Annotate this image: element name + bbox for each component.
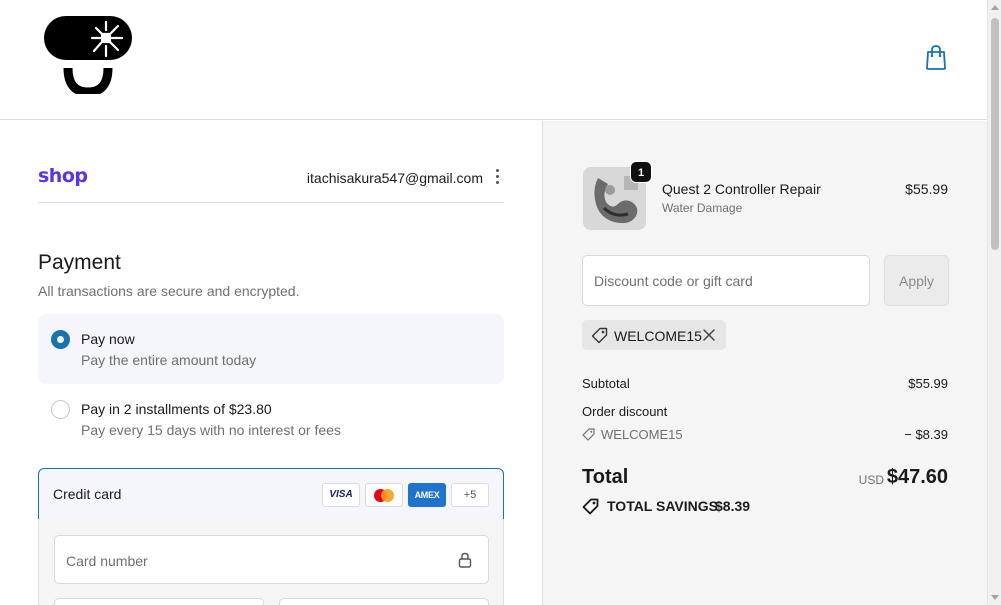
divider — [38, 202, 504, 203]
amex-icon: AMEX — [408, 483, 446, 507]
currency-code: USD — [858, 473, 884, 487]
payment-title: Payment — [38, 251, 121, 274]
subtotal-value: $55.99 — [908, 376, 948, 391]
discount-amount: − $8.39 — [904, 427, 948, 442]
shopping-bag-icon[interactable] — [923, 43, 949, 71]
pay-now-radio[interactable] — [51, 330, 70, 349]
scroll-down-arrow-icon[interactable] — [991, 595, 999, 600]
scrollbar-thumb[interactable] — [991, 18, 999, 250]
tag-icon — [591, 327, 608, 344]
apply-discount-button[interactable]: Apply — [884, 255, 949, 306]
brand-logo-icon[interactable] — [44, 16, 134, 97]
total-label: Total — [582, 466, 629, 488]
applied-discount-chip: WELCOME15 — [582, 320, 726, 350]
total-value: $47.60 — [886, 466, 948, 488]
mastercard-icon — [365, 483, 403, 507]
credit-card-form: Card number — [38, 519, 504, 605]
visa-icon: VISA — [322, 483, 360, 507]
pay-installments-radio[interactable] — [51, 400, 70, 419]
shop-pay-logo: shop — [38, 165, 88, 187]
discount-code-text: WELCOME15 — [601, 427, 683, 442]
option-title: Pay now — [81, 331, 135, 347]
option-description: Pay the entire amount today — [81, 352, 257, 368]
option-description: Pay every 15 days with no interest or fe… — [81, 422, 341, 438]
subtotal-label: Subtotal — [582, 376, 630, 391]
product-variant: Water Damage — [662, 201, 743, 215]
credit-card-label: Credit card — [53, 486, 122, 502]
account-email: itachisakura547@gmail.com — [306, 170, 483, 186]
order-discount-label: Order discount — [582, 404, 668, 419]
savings-value: $8.39 — [715, 498, 751, 514]
product-price: $55.99 — [905, 181, 948, 197]
site-header — [0, 0, 987, 120]
small-tag-icon — [582, 428, 595, 441]
total-savings: TOTAL SAVINGS $8.39 — [582, 497, 802, 515]
discount-code-input[interactable] — [582, 255, 870, 306]
kebab-menu-icon[interactable] — [493, 169, 501, 185]
pay-now-option[interactable]: Pay now Pay the entire amount today — [38, 314, 504, 384]
page-scrollbar[interactable] — [987, 0, 1001, 605]
remove-discount-icon[interactable] — [702, 328, 716, 342]
lock-icon — [458, 552, 472, 568]
checkout-main: shop itachisakura547@gmail.com Payment A… — [0, 121, 542, 605]
quantity-badge: 1 — [630, 161, 652, 183]
card-number-placeholder: Card number — [66, 553, 148, 569]
scroll-up-arrow-icon[interactable] — [991, 5, 999, 10]
credit-card-option[interactable]: Credit card VISA AMEX +5 — [38, 468, 504, 520]
expiration-date-field[interactable] — [54, 598, 264, 605]
option-title: Pay in 2 installments of $23.80 — [81, 401, 272, 417]
security-code-field[interactable] — [279, 598, 489, 605]
payment-subtitle: All transactions are secure and encrypte… — [38, 283, 300, 299]
product-name: Quest 2 Controller Repair — [662, 181, 821, 197]
card-number-field[interactable]: Card number — [54, 535, 489, 584]
savings-tag-icon — [582, 498, 599, 515]
savings-label: TOTAL SAVINGS — [607, 498, 718, 514]
applied-code-label: WELCOME15 — [614, 328, 702, 344]
more-cards-badge: +5 — [451, 483, 489, 507]
order-summary: 1 Quest 2 Controller Repair Water Damage… — [542, 121, 987, 605]
pay-installments-option[interactable]: Pay in 2 installments of $23.80 Pay ever… — [38, 384, 504, 454]
